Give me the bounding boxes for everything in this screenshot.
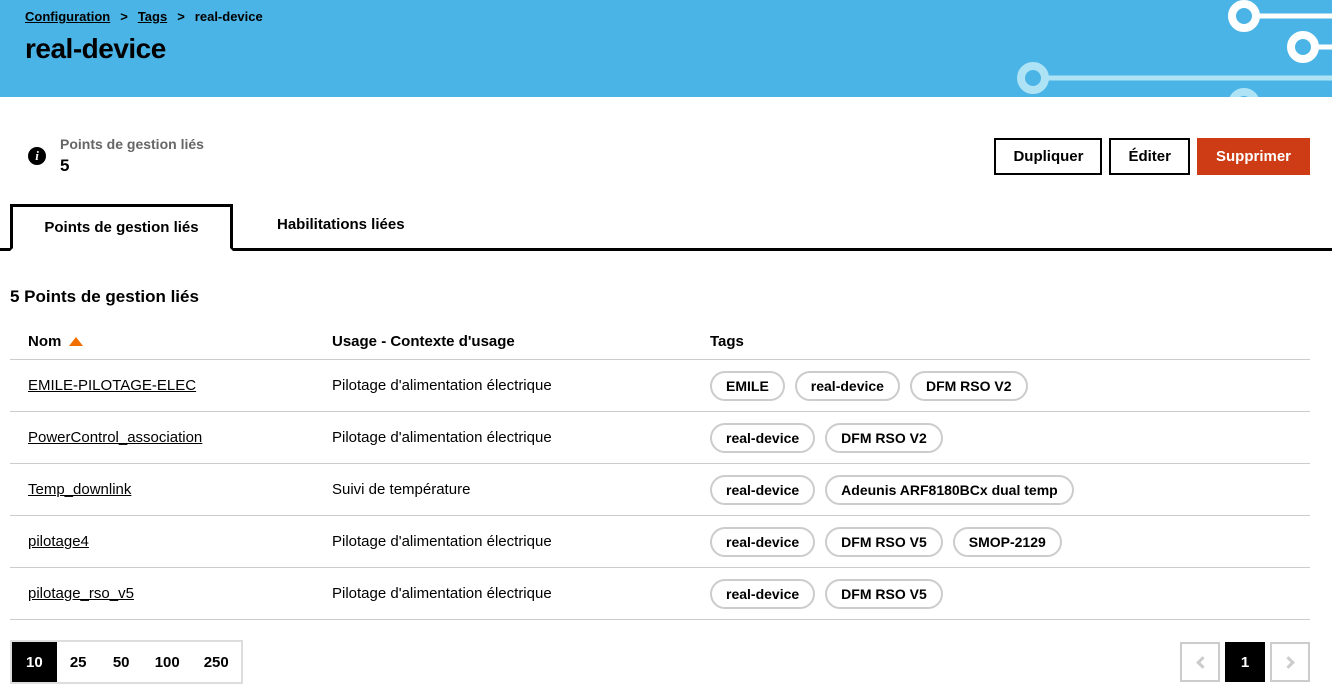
main-content: i Points de gestion liés 5 Dupliquer Édi… xyxy=(0,135,1332,684)
breadcrumb-item-tags[interactable]: Tags xyxy=(138,9,167,24)
tag-chip: real-device xyxy=(710,423,815,453)
current-page-button[interactable]: 1 xyxy=(1225,642,1265,682)
tag-chip: EMILE xyxy=(710,371,785,401)
row-name-link[interactable]: pilotage_rso_v5 xyxy=(28,585,134,602)
table-header-row: Nom Usage - Contexte d'usage Tags xyxy=(10,323,1310,360)
linked-points-table: Nom Usage - Contexte d'usage Tags EMILE-… xyxy=(10,323,1310,620)
tag-chip: real-device xyxy=(710,475,815,505)
tab-bar: Points de gestion liés Habilitations lié… xyxy=(0,201,1332,251)
row-name-link[interactable]: pilotage4 xyxy=(28,533,89,550)
tab-points-de-gestion[interactable]: Points de gestion liés xyxy=(10,204,233,251)
tag-chip: DFM RSO V5 xyxy=(825,527,943,557)
row-usage: Suivi de température xyxy=(332,481,710,498)
list-heading: 5 Points de gestion liés xyxy=(10,287,1310,307)
tag-chip: Adeunis ARF8180BCx dual temp xyxy=(825,475,1074,505)
tag-chip: DFM RSO V2 xyxy=(825,423,943,453)
table-row: pilotage4 Pilotage d'alimentation électr… xyxy=(10,516,1310,568)
table-row: PowerControl_association Pilotage d'alim… xyxy=(10,412,1310,464)
page-size-selector: 102550100250 xyxy=(10,640,243,684)
next-page-button[interactable] xyxy=(1270,642,1310,682)
page-size-250[interactable]: 250 xyxy=(192,642,241,682)
row-tags: EMILE real-device DFM RSO V2 xyxy=(710,371,1310,401)
column-header-tags: Tags xyxy=(710,333,1310,350)
page-header: Configuration>Tags>real-device real-devi… xyxy=(0,0,1332,97)
tag-chip: SMOP-2129 xyxy=(953,527,1062,557)
page-size-50[interactable]: 50 xyxy=(100,642,143,682)
row-tags: real-device DFM RSO V2 xyxy=(710,423,1310,453)
row-name-link[interactable]: EMILE-PILOTAGE-ELEC xyxy=(28,377,196,394)
info-icon[interactable]: i xyxy=(28,147,46,165)
tag-chip: DFM RSO V2 xyxy=(910,371,1028,401)
tag-chip: DFM RSO V5 xyxy=(825,579,943,609)
table-row: EMILE-PILOTAGE-ELEC Pilotage d'alimentat… xyxy=(10,360,1310,412)
circuit-decoration-graphic xyxy=(982,0,1332,97)
row-usage: Pilotage d'alimentation électrique xyxy=(332,533,710,550)
row-tags: real-device DFM RSO V5 xyxy=(710,579,1310,609)
delete-button[interactable]: Supprimer xyxy=(1197,138,1310,175)
column-header-usage: Usage - Contexte d'usage xyxy=(332,333,710,350)
action-buttons: Dupliquer Éditer Supprimer xyxy=(994,135,1310,175)
chevron-left-icon xyxy=(1196,656,1209,669)
row-tags: real-device Adeunis ARF8180BCx dual temp xyxy=(710,475,1310,505)
table-row: pilotage_rso_v5 Pilotage d'alimentation … xyxy=(10,568,1310,620)
row-usage: Pilotage d'alimentation électrique xyxy=(332,585,710,602)
summary-label: Points de gestion liés xyxy=(60,135,204,152)
row-usage: Pilotage d'alimentation électrique xyxy=(332,429,710,446)
sort-asc-icon xyxy=(69,337,83,346)
prev-page-button[interactable] xyxy=(1180,642,1220,682)
pagination-bar: 102550100250 1 xyxy=(10,640,1310,684)
row-usage: Pilotage d'alimentation électrique xyxy=(332,377,710,394)
breadcrumb-separator-icon: > xyxy=(177,9,185,24)
breadcrumb-separator-icon: > xyxy=(120,9,128,24)
pager: 1 xyxy=(1180,642,1310,682)
row-name-link[interactable]: Temp_downlink xyxy=(28,481,131,498)
tag-chip: real-device xyxy=(710,527,815,557)
page-size-100[interactable]: 100 xyxy=(143,642,192,682)
duplicate-button[interactable]: Dupliquer xyxy=(994,138,1102,175)
page-size-10[interactable]: 10 xyxy=(12,642,57,682)
row-tags: real-device DFM RSO V5 SMOP-2129 xyxy=(710,527,1310,557)
tab-habilitations[interactable]: Habilitations liées xyxy=(233,201,449,248)
row-name-link[interactable]: PowerControl_association xyxy=(28,429,202,446)
summary-block: Points de gestion liés 5 xyxy=(60,135,204,176)
page-size-25[interactable]: 25 xyxy=(57,642,100,682)
summary-and-actions-row: i Points de gestion liés 5 Dupliquer Édi… xyxy=(10,135,1310,179)
column-header-nom[interactable]: Nom xyxy=(10,333,332,350)
table-body: EMILE-PILOTAGE-ELEC Pilotage d'alimentat… xyxy=(10,360,1310,620)
tag-chip: real-device xyxy=(795,371,900,401)
table-row: Temp_downlink Suivi de température real-… xyxy=(10,464,1310,516)
chevron-right-icon xyxy=(1282,656,1295,669)
breadcrumb-item-real-device: real-device xyxy=(195,9,263,24)
breadcrumb-item-configuration[interactable]: Configuration xyxy=(25,9,110,24)
edit-button[interactable]: Éditer xyxy=(1109,138,1190,175)
summary-value: 5 xyxy=(60,156,204,176)
tag-chip: real-device xyxy=(710,579,815,609)
